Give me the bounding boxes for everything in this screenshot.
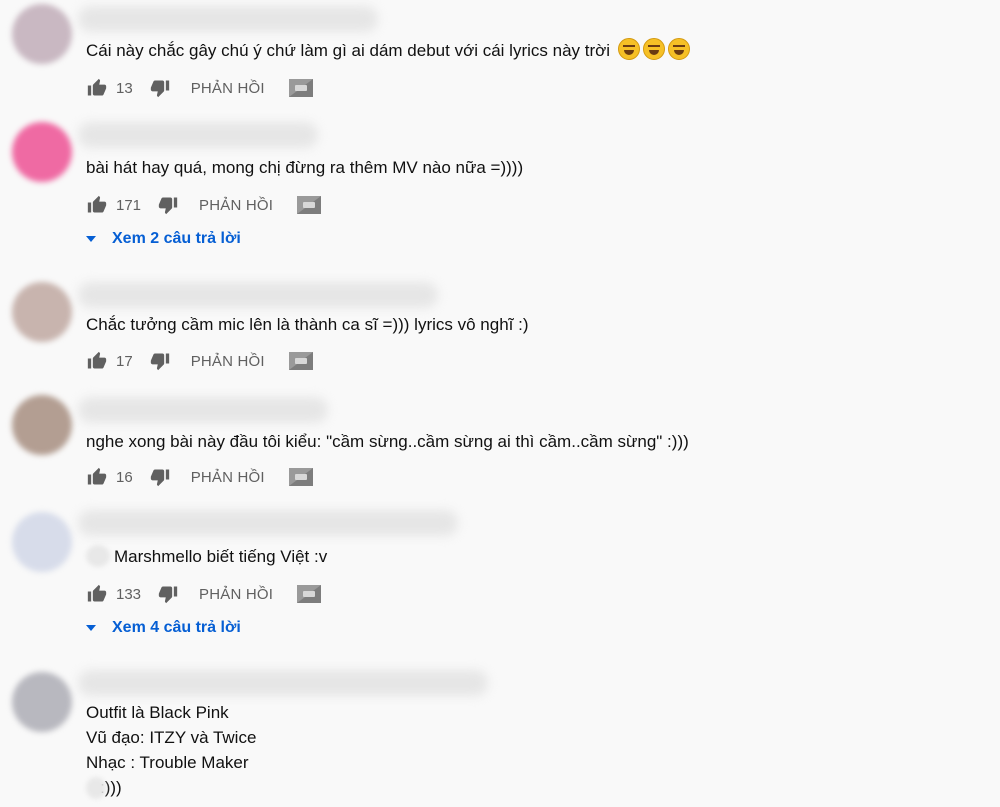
author-name-blurred[interactable] bbox=[78, 397, 328, 423]
thumbs-down-icon[interactable] bbox=[157, 583, 179, 605]
comment-actions: 13 PHẢN HỒI bbox=[86, 76, 313, 100]
avatar[interactable] bbox=[12, 4, 72, 64]
rofl-emoji bbox=[617, 38, 640, 60]
thumbs-down-icon[interactable] bbox=[149, 466, 171, 488]
view-replies-button[interactable]: Xem 4 câu trả lời bbox=[86, 619, 241, 637]
blurred-mention bbox=[86, 545, 110, 567]
author-name-blurred[interactable] bbox=[78, 510, 458, 536]
avatar[interactable] bbox=[12, 672, 72, 732]
comment-actions: 133 PHẢN HỒI bbox=[86, 582, 322, 606]
ext-badge-icon[interactable] bbox=[297, 584, 322, 604]
author-name-blurred[interactable] bbox=[78, 122, 318, 148]
ext-badge-icon[interactable] bbox=[297, 195, 322, 215]
comment-line: Nhạc : Trouble Maker bbox=[86, 753, 249, 772]
comment-text: Marshmello biết tiếng Việt :v bbox=[86, 544, 327, 569]
like-count: 171 bbox=[116, 196, 142, 214]
like-count: 16 bbox=[116, 468, 133, 486]
reply-button[interactable]: PHẢN HỒI bbox=[191, 353, 265, 370]
thumbs-up-icon[interactable] bbox=[86, 583, 108, 605]
author-name-blurred[interactable] bbox=[78, 670, 488, 696]
thumbs-up-icon[interactable] bbox=[86, 350, 108, 372]
avatar[interactable] bbox=[12, 512, 72, 572]
author-name-blurred[interactable] bbox=[78, 6, 378, 32]
ext-badge-icon[interactable] bbox=[288, 467, 313, 487]
reply-button[interactable]: PHẢN HỒI bbox=[199, 197, 273, 214]
comment-text: Chắc tưởng cầm mic lên là thành ca sĩ =)… bbox=[86, 315, 529, 334]
like-count: 133 bbox=[116, 585, 142, 603]
comment-text: nghe xong bài này đầu tôi kiểu: "cầm sừn… bbox=[86, 432, 689, 451]
comment-text: Cái này chắc gây chú ý chứ làm gì ai dám… bbox=[86, 38, 690, 63]
like-count: 17 bbox=[116, 352, 133, 370]
comment-actions: 171 PHẢN HỒI bbox=[86, 193, 322, 217]
comment-text-content: Cái này chắc gây chú ý chứ làm gì ai dám… bbox=[86, 41, 611, 60]
rofl-emoji bbox=[642, 38, 665, 60]
comment-actions: 17 PHẢN HỒI bbox=[86, 349, 313, 373]
view-replies-button[interactable]: Xem 2 câu trả lời bbox=[86, 230, 241, 248]
thumbs-up-icon[interactable] bbox=[86, 77, 108, 99]
reply-button[interactable]: PHẢN HỒI bbox=[191, 469, 265, 486]
comment-line: Outfit là Black Pink bbox=[86, 703, 229, 722]
reply-button[interactable]: PHẢN HỒI bbox=[199, 586, 273, 603]
like-count: 13 bbox=[116, 79, 133, 97]
caret-down-icon bbox=[86, 236, 96, 242]
view-replies-label: Xem 4 câu trả lời bbox=[112, 619, 241, 636]
thumbs-up-icon[interactable] bbox=[86, 466, 108, 488]
thumbs-down-icon[interactable] bbox=[157, 194, 179, 216]
reply-button[interactable]: PHẢN HỒI bbox=[191, 80, 265, 97]
avatar[interactable] bbox=[12, 395, 72, 455]
rofl-emoji bbox=[667, 38, 690, 60]
thumbs-up-icon[interactable] bbox=[86, 194, 108, 216]
avatar[interactable] bbox=[12, 122, 72, 182]
view-replies-label: Xem 2 câu trả lời bbox=[112, 230, 241, 247]
comment-text: bài hát hay quá, mong chị đừng ra thêm M… bbox=[86, 158, 524, 177]
avatar[interactable] bbox=[12, 282, 72, 342]
author-name-blurred[interactable] bbox=[78, 282, 438, 308]
caret-down-icon bbox=[86, 625, 96, 631]
thumbs-down-icon[interactable] bbox=[149, 77, 171, 99]
comment-line: Vũ đạo: ITZY và Twice bbox=[86, 728, 257, 747]
thumbs-down-icon[interactable] bbox=[149, 350, 171, 372]
comment-actions: 16 PHẢN HỒI bbox=[86, 465, 313, 489]
comment-text-content: Marshmello biết tiếng Việt :v bbox=[114, 547, 328, 566]
blurred-emoji bbox=[86, 777, 106, 799]
ext-badge-icon[interactable] bbox=[288, 351, 313, 371]
ext-badge-icon[interactable] bbox=[288, 78, 313, 98]
